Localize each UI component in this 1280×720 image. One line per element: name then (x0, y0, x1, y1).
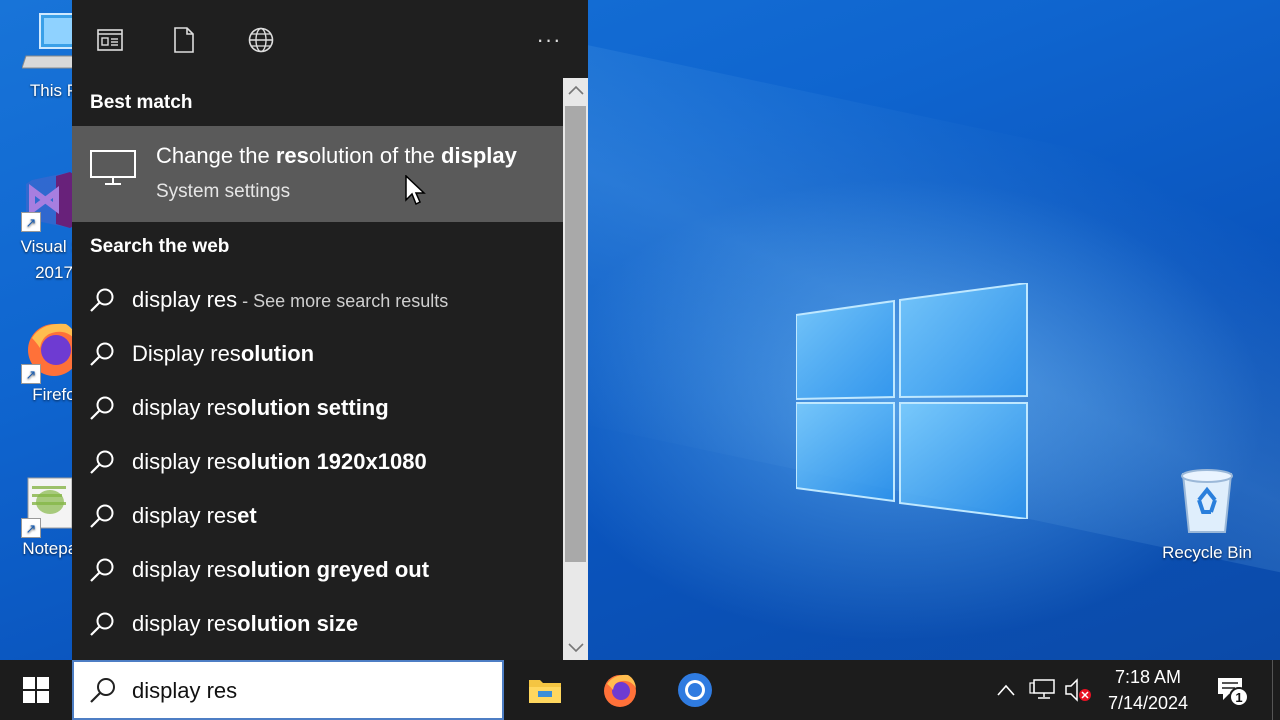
suffix-part: - See more search results (237, 291, 449, 311)
search-results-list: Best match Change the resolution of the … (72, 78, 563, 660)
chevron-up-icon (997, 684, 1015, 696)
taskbar: 7:18 AM 7/14/2024 1 (0, 660, 1280, 720)
web-result-item[interactable]: display reset (72, 490, 563, 542)
shortcut-arrow-icon: ↗ (21, 212, 41, 232)
search-icon (90, 396, 114, 420)
scrollbar-thumb[interactable] (565, 106, 586, 562)
query-part: Display res (132, 341, 241, 366)
search-icon (90, 504, 114, 528)
taskbar-chrome[interactable] (657, 660, 733, 720)
web-result-text: display res - See more search results (132, 287, 448, 313)
shortcut-arrow-icon: ↗ (21, 364, 41, 384)
desktop-icon-label: Recycle Bin (1162, 543, 1252, 562)
mouse-cursor-icon (405, 175, 426, 206)
notifications-icon: 1 (1217, 675, 1249, 707)
desktop-icon-recycle-bin[interactable]: Recycle Bin (1157, 468, 1257, 566)
shortcut-arrow-icon: ↗ (21, 518, 41, 538)
clock-date: 7/14/2024 (1107, 693, 1189, 713)
more-options-icon: ··· (536, 27, 562, 52)
web-result-text: display resolution setting (132, 395, 389, 421)
taskbar-search-box[interactable] (72, 660, 504, 720)
document-icon (174, 27, 194, 53)
results-scrollbar[interactable] (563, 78, 588, 660)
apps-filter-button[interactable] (94, 24, 126, 56)
search-icon (90, 612, 114, 636)
chrome-icon (678, 673, 712, 707)
search-icon (90, 288, 114, 312)
show-hidden-icons-button[interactable] (992, 660, 1020, 720)
search-filter-toolbar: ··· (72, 0, 588, 78)
search-input[interactable] (132, 676, 492, 706)
scroll-down-button[interactable] (563, 636, 588, 660)
best-match-result[interactable]: Change the resolution of the display Sys… (72, 126, 563, 222)
taskbar-clock[interactable]: 7:18 AM 7/14/2024 (1098, 664, 1198, 716)
globe-icon (248, 27, 274, 53)
completion-part: olution setting (237, 395, 389, 420)
windows-logo-wallpaper (796, 283, 1028, 519)
web-result-text: display reset (132, 503, 257, 529)
completion-part: et (237, 503, 257, 528)
volume-muted-icon (1065, 678, 1091, 702)
best-match-subtitle: System settings (156, 181, 291, 202)
taskbar-firefox[interactable] (582, 660, 658, 720)
title-part: Change the (156, 143, 276, 168)
clock-time: 7:18 AM (1114, 667, 1182, 687)
network-status-button[interactable] (1026, 660, 1058, 720)
query-part: display res (132, 287, 238, 312)
chevron-down-icon (567, 643, 584, 653)
web-result-item[interactable]: display resolution setting (72, 382, 563, 434)
web-filter-button[interactable] (245, 24, 277, 56)
web-result-text: display resolution 1920x1080 (132, 449, 427, 475)
firefox-icon (604, 674, 636, 707)
documents-filter-button[interactable] (168, 24, 200, 56)
notification-count-badge: 1 (1229, 687, 1249, 707)
web-result-item[interactable]: display resolution 1920x1080 (72, 436, 563, 488)
best-match-header: Best match (90, 92, 193, 113)
completion-part: olution greyed out (237, 557, 430, 582)
title-part: olution of the (308, 143, 442, 168)
web-result-text: Display resolution (132, 341, 314, 367)
web-result-item[interactable]: Display resolution (72, 328, 563, 380)
completion-part: olution size (237, 611, 359, 636)
volume-button[interactable] (1062, 660, 1094, 720)
search-icon (90, 678, 115, 703)
recycle-bin-icon (1181, 469, 1233, 533)
web-result-item[interactable]: display resolution greyed out (72, 544, 563, 596)
monitor-icon (90, 150, 136, 185)
query-part: display res (132, 611, 238, 636)
apps-filter-icon (97, 29, 123, 51)
file-explorer-icon (529, 680, 561, 703)
show-desktop-button[interactable] (1272, 660, 1280, 720)
query-part: display res (132, 449, 238, 474)
query-part: display res (132, 503, 238, 528)
search-web-header: Search the web (90, 236, 230, 257)
search-results-panel: ··· Best match Change the resolution of … (72, 0, 588, 660)
search-icon (90, 450, 114, 474)
chevron-up-icon (567, 85, 584, 95)
search-icon (90, 558, 114, 582)
network-icon (1029, 679, 1055, 699)
best-match-title: Change the resolution of the display (156, 143, 517, 169)
title-part-bold: res (275, 143, 309, 168)
web-result-text: display resolution size (132, 611, 358, 637)
query-part: display res (132, 395, 238, 420)
query-part: display res (132, 557, 238, 582)
scroll-up-button[interactable] (563, 78, 588, 102)
windows-start-icon (23, 677, 49, 703)
start-button[interactable] (0, 660, 72, 720)
more-options-button[interactable]: ··· (532, 24, 566, 56)
web-result-text: display resolution greyed out (132, 557, 429, 583)
taskbar-file-explorer[interactable] (507, 660, 583, 720)
search-icon (90, 342, 114, 366)
completion-part: olution (240, 341, 315, 366)
action-center-button[interactable]: 1 (1208, 660, 1256, 720)
title-part-bold: display (441, 143, 517, 168)
web-result-item[interactable]: display res - See more search results (72, 274, 563, 326)
web-result-item[interactable]: display resolution size (72, 598, 563, 650)
completion-part: olution 1920x1080 (237, 449, 427, 474)
